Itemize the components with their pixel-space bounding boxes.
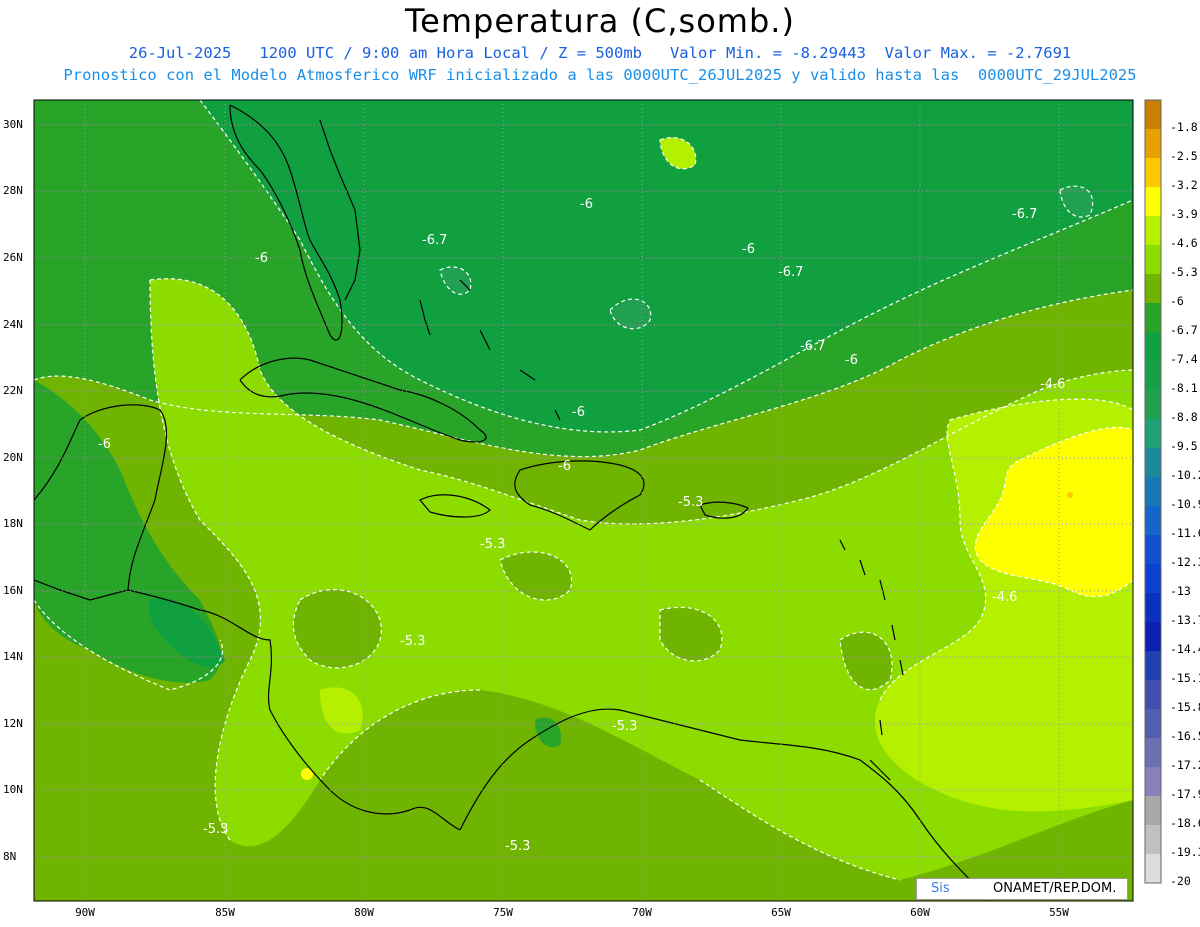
lat-label: 26N <box>3 251 23 264</box>
colorbar-label: -16.5 <box>1170 729 1200 743</box>
lat-label: 30N <box>3 118 23 131</box>
colorbar-swatch <box>1145 825 1161 854</box>
colorbar-label: -13 <box>1170 584 1191 598</box>
colorbar-label: -6.7 <box>1170 323 1198 337</box>
colorbar-swatch <box>1145 796 1161 825</box>
lat-label: 18N <box>3 517 23 530</box>
contour-label: -5.3 <box>203 822 228 837</box>
colorbar-swatch <box>1145 564 1161 593</box>
temperature-map: -6 -6.7 -6 -6 -6.7 -6.7 -6 -6.7 -6 -4.6 … <box>33 99 1162 902</box>
contour-label: -4.6 <box>992 590 1017 605</box>
colorbar-label: -15.1 <box>1170 671 1200 685</box>
lon-label: 80W <box>354 906 374 919</box>
contour-label: -4.6 <box>1040 377 1065 392</box>
temperature-field <box>34 100 1133 901</box>
colorbar-swatch <box>1145 593 1161 622</box>
colorbar-label: -1.8 <box>1170 120 1198 134</box>
lon-label: 65W <box>771 906 791 919</box>
lat-label: 22N <box>3 384 23 397</box>
lat-label: 14N <box>3 650 23 663</box>
colorbar-swatch <box>1145 738 1161 767</box>
contour-label: -6 <box>572 405 585 420</box>
colorbar-label: -5.3 <box>1170 265 1198 279</box>
contour-label: -6.7 <box>800 339 825 354</box>
credit-right: ONAMET/REP.DOM. <box>993 881 1117 896</box>
colorbar-label: -17.2 <box>1170 758 1200 772</box>
credit-box: Sis ONAMET/REP.DOM. <box>916 878 1128 900</box>
lat-label: 28N <box>3 184 23 197</box>
colorbar-label: -18.6 <box>1170 816 1200 830</box>
contour-label: -6 <box>255 251 268 266</box>
colorbar-swatch <box>1145 100 1161 129</box>
colorbar-label: -10.9 <box>1170 497 1200 511</box>
contour-label: -6 <box>742 242 755 257</box>
colorbar-label: -19.3 <box>1170 845 1200 859</box>
contour-label: -5.3 <box>612 719 637 734</box>
colorbar-swatch <box>1145 129 1161 158</box>
colorbar-swatch <box>1145 419 1161 448</box>
lon-label: 75W <box>493 906 513 919</box>
contour-label: -6 <box>580 197 593 212</box>
colorbar-swatch <box>1145 767 1161 796</box>
colorbar-swatch <box>1145 332 1161 361</box>
colorbar-swatch <box>1145 622 1161 651</box>
lon-label: 70W <box>632 906 652 919</box>
colorbar-label: -20 <box>1170 874 1191 888</box>
colorbar-swatch <box>1145 187 1161 216</box>
contour-label: -5.3 <box>505 839 530 854</box>
lon-label: 55W <box>1049 906 1069 919</box>
lat-label: 20N <box>3 451 23 464</box>
contour-label: -6 <box>845 353 858 368</box>
contour-label: -5.3 <box>678 495 703 510</box>
contour-label: -5.3 <box>480 537 505 552</box>
colorbar-swatch <box>1145 303 1161 332</box>
colorbar-label: -8.8 <box>1170 410 1198 424</box>
colorbar-swatch <box>1145 535 1161 564</box>
colorbar-swatch <box>1145 651 1161 680</box>
colorbar-label: -6 <box>1170 294 1184 308</box>
colorbar <box>1144 99 1162 884</box>
credit-left: Sis <box>931 881 950 896</box>
colorbar-swatch <box>1145 477 1161 506</box>
colorbar-label: -12.3 <box>1170 555 1200 569</box>
colorbar-label: -10.2 <box>1170 468 1200 482</box>
colorbar-label: -3.2 <box>1170 178 1198 192</box>
lon-label: 90W <box>75 906 95 919</box>
colorbar-swatch <box>1145 390 1161 419</box>
colorbar-swatch <box>1145 361 1161 390</box>
colorbar-label: -4.6 <box>1170 236 1198 250</box>
lat-label: 16N <box>3 584 23 597</box>
contour-label: -6.7 <box>422 233 447 248</box>
colorbar-swatch <box>1145 158 1161 187</box>
contour-label: -6.7 <box>778 265 803 280</box>
colorbar-swatch <box>1145 216 1161 245</box>
colorbar-swatch <box>1145 506 1161 535</box>
lat-label: 24N <box>3 318 23 331</box>
colorbar-label: -17.9 <box>1170 787 1200 801</box>
contour-label: -6 <box>98 437 111 452</box>
contour-label: -6.7 <box>1012 207 1037 222</box>
colorbar-swatch <box>1145 274 1161 303</box>
colorbar-swatch <box>1145 680 1161 709</box>
colorbar-label: -11.6 <box>1170 526 1200 540</box>
colorbar-label: -15.8 <box>1170 700 1200 714</box>
contour-label: -5.3 <box>400 634 425 649</box>
contour-label: -6 <box>558 459 571 474</box>
lat-label: 10N <box>3 783 23 796</box>
colorbar-label: -14.4 <box>1170 642 1200 656</box>
colorbar-swatch <box>1145 245 1161 274</box>
colorbar-label: -3.9 <box>1170 207 1198 221</box>
colorbar-label: -13.7 <box>1170 613 1200 627</box>
lat-label: 12N <box>3 717 23 730</box>
colorbar-label: -7.4 <box>1170 352 1198 366</box>
lon-label: 85W <box>215 906 235 919</box>
colorbar-swatch <box>1145 709 1161 738</box>
lon-label: 60W <box>910 906 930 919</box>
colorbar-label: -2.5 <box>1170 149 1198 163</box>
colorbar-label: -8.1 <box>1170 381 1198 395</box>
colorbar-swatch <box>1145 448 1161 477</box>
lat-label: 8N <box>3 850 17 863</box>
colorbar-label: -9.5 <box>1170 439 1198 453</box>
colorbar-swatch <box>1145 854 1161 883</box>
